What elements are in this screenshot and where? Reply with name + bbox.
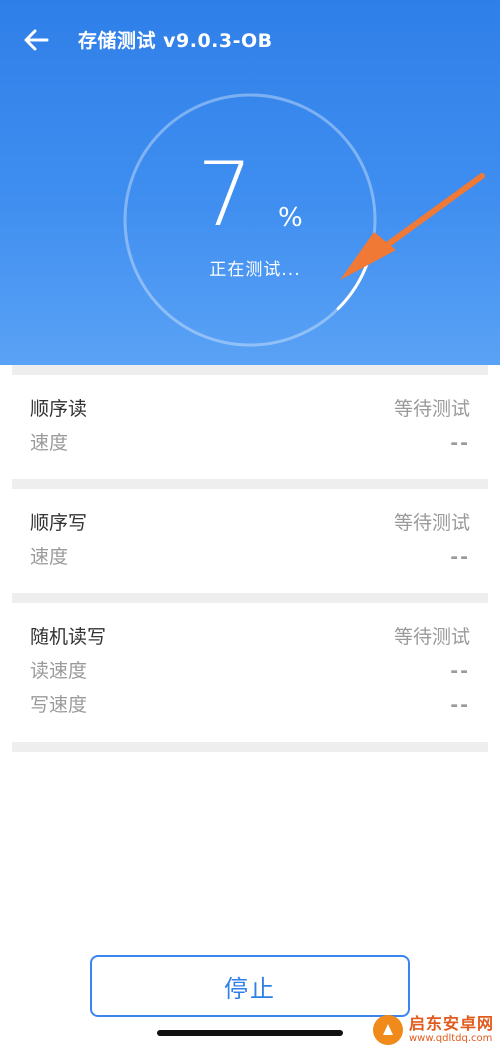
metric-value: -- [450,660,470,682]
stop-button[interactable]: 停止 [90,955,410,1017]
metric-label: 读速度 [30,660,88,682]
section-name: 顺序写 [30,512,88,534]
section-sequential-read: 顺序读 等待测试 速度 -- [12,392,488,460]
section-status: 等待测试 [393,512,470,534]
metric-label: 写速度 [30,694,88,716]
watermark: 启东安卓网 www.qdltdq.com [372,1010,494,1050]
watermark-name: 启东安卓网 [408,1014,494,1033]
section-divider [12,742,488,752]
section-name: 顺序读 [30,398,88,420]
section-name: 随机读写 [30,626,107,648]
metric-row: 写速度 -- [12,688,488,722]
section-random-read-write: 随机读写 等待测试 读速度 -- 写速度 -- [12,620,488,722]
metric-row: 速度 -- [12,540,488,574]
watermark-logo-icon [372,1015,403,1045]
watermark-url: www.qdltdq.com [408,1033,493,1044]
section-header-row: 顺序写 等待测试 [12,506,488,540]
section-header-row: 顺序读 等待测试 [12,392,488,426]
section-header-row: 随机读写 等待测试 [12,620,488,654]
metric-row: 读速度 -- [12,654,488,688]
metric-value: -- [450,694,470,716]
section-status: 等待测试 [393,626,470,648]
section-status: 等待测试 [393,398,470,420]
section-divider [12,479,488,489]
metric-value: -- [450,432,470,454]
metric-label: 速度 [30,432,69,454]
annotation-arrow-icon [340,173,485,280]
header: 存储测试 v9.0.3-OB 7 % 正在测试... [0,0,500,365]
metric-label: 速度 [30,546,69,568]
section-sequential-write: 顺序写 等待测试 速度 -- [12,506,488,574]
section-divider [12,593,488,603]
section-divider [12,365,488,375]
home-indicator[interactable] [157,1030,343,1036]
metric-row: 速度 -- [12,426,488,460]
metric-value: -- [450,546,470,568]
